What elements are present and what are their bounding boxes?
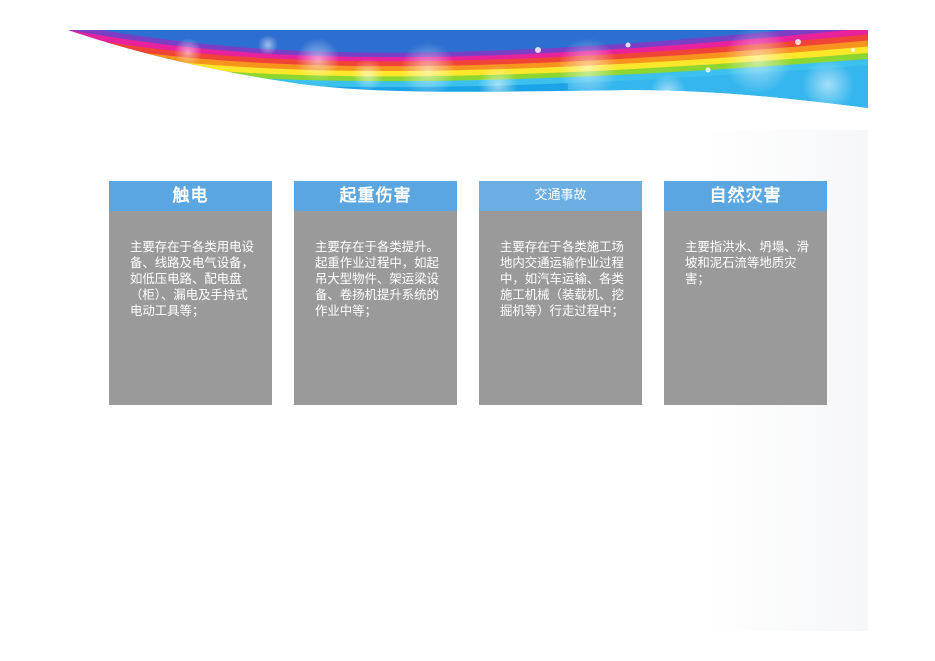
card-title: 触电 <box>109 181 272 211</box>
card-title: 自然灾害 <box>664 181 827 211</box>
card-text: 主要存在于各类用电设备、线路及电气设备，如低压电路、配电盘（柜）、漏电及手持式电… <box>130 239 254 318</box>
slide: 触电 主要存在于各类用电设备、线路及电气设备，如低压电路、配电盘（柜）、漏电及手… <box>68 30 868 631</box>
card-title: 交通事故 <box>479 181 642 211</box>
card-electric-shock: 触电 主要存在于各类用电设备、线路及电气设备，如低压电路、配电盘（柜）、漏电及手… <box>109 181 272 405</box>
card-lifting-injury: 起重伤害 主要存在于各类提升。起重作业过程中，如起吊大型物件、架运梁设备、卷扬机… <box>294 181 457 405</box>
rainbow-banner-image <box>68 30 868 145</box>
card-traffic-accident: 交通事故 主要存在于各类施工场地内交通运输作业过程中，如汽车运输、各类施工机械（… <box>479 181 642 405</box>
card-text: 主要存在于各类提升。起重作业过程中，如起吊大型物件、架运梁设备、卷扬机提升系统的… <box>315 239 439 318</box>
card-natural-disaster: 自然灾害 主要指洪水、坍塌、滑坡和泥石流等地质灾害； <box>664 181 827 405</box>
card-text: 主要存在于各类施工场地内交通运输作业过程中，如汽车运输、各类施工机械（装载机、挖… <box>500 239 624 318</box>
card-text: 主要指洪水、坍塌、滑坡和泥石流等地质灾害； <box>685 239 809 286</box>
card-title: 起重伤害 <box>294 181 457 211</box>
